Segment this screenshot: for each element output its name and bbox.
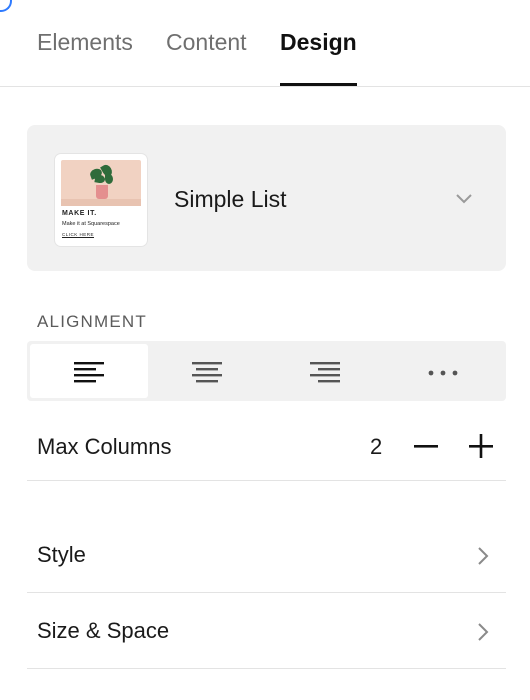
thumbnail-heading: MAKE IT. — [62, 210, 97, 217]
max-columns-label: Max Columns — [37, 434, 172, 459]
size-space-row[interactable]: Size & Space — [27, 593, 506, 669]
size-space-label: Size & Space — [37, 618, 170, 643]
alignment-label: ALIGNMENT — [37, 312, 147, 331]
max-columns-row: Max Columns 2 — [27, 402, 506, 481]
minus-icon[interactable] — [412, 431, 440, 461]
max-columns-value: 2 — [370, 434, 383, 459]
thumbnail-subheading: Make it at Squarespace — [62, 221, 120, 227]
tab-bar: Elements Content Design — [0, 0, 530, 87]
tab-elements[interactable]: Elements — [37, 28, 133, 56]
plus-icon[interactable] — [467, 431, 495, 461]
layout-name: Simple List — [174, 186, 287, 212]
align-center-icon — [192, 362, 222, 383]
thumbnail-photo — [61, 160, 141, 206]
align-left-button[interactable] — [30, 344, 148, 398]
align-right-icon — [310, 362, 340, 383]
alignment-segmented-control — [27, 341, 506, 401]
tab-design[interactable]: Design — [280, 28, 357, 56]
layout-thumbnail: MAKE IT. Make it at Squarespace CLICK HE… — [55, 154, 147, 246]
active-tab-indicator — [280, 83, 357, 86]
style-label: Style — [37, 542, 86, 567]
chevron-right-icon — [478, 623, 489, 641]
tab-content[interactable]: Content — [166, 28, 247, 56]
more-alignment-button[interactable] — [384, 344, 502, 398]
align-right-button[interactable] — [266, 344, 384, 398]
align-left-icon — [74, 362, 104, 383]
thumbnail-cta: CLICK HERE — [62, 232, 95, 237]
align-center-button[interactable] — [148, 344, 266, 398]
chevron-right-icon — [478, 547, 489, 565]
design-panel: Elements Content Design MAKE IT. Make it… — [0, 0, 530, 700]
more-icon — [428, 370, 458, 376]
style-row[interactable]: Style — [27, 517, 506, 593]
layout-selector[interactable]: MAKE IT. Make it at Squarespace CLICK HE… — [27, 125, 506, 271]
chevron-down-icon — [456, 194, 472, 204]
